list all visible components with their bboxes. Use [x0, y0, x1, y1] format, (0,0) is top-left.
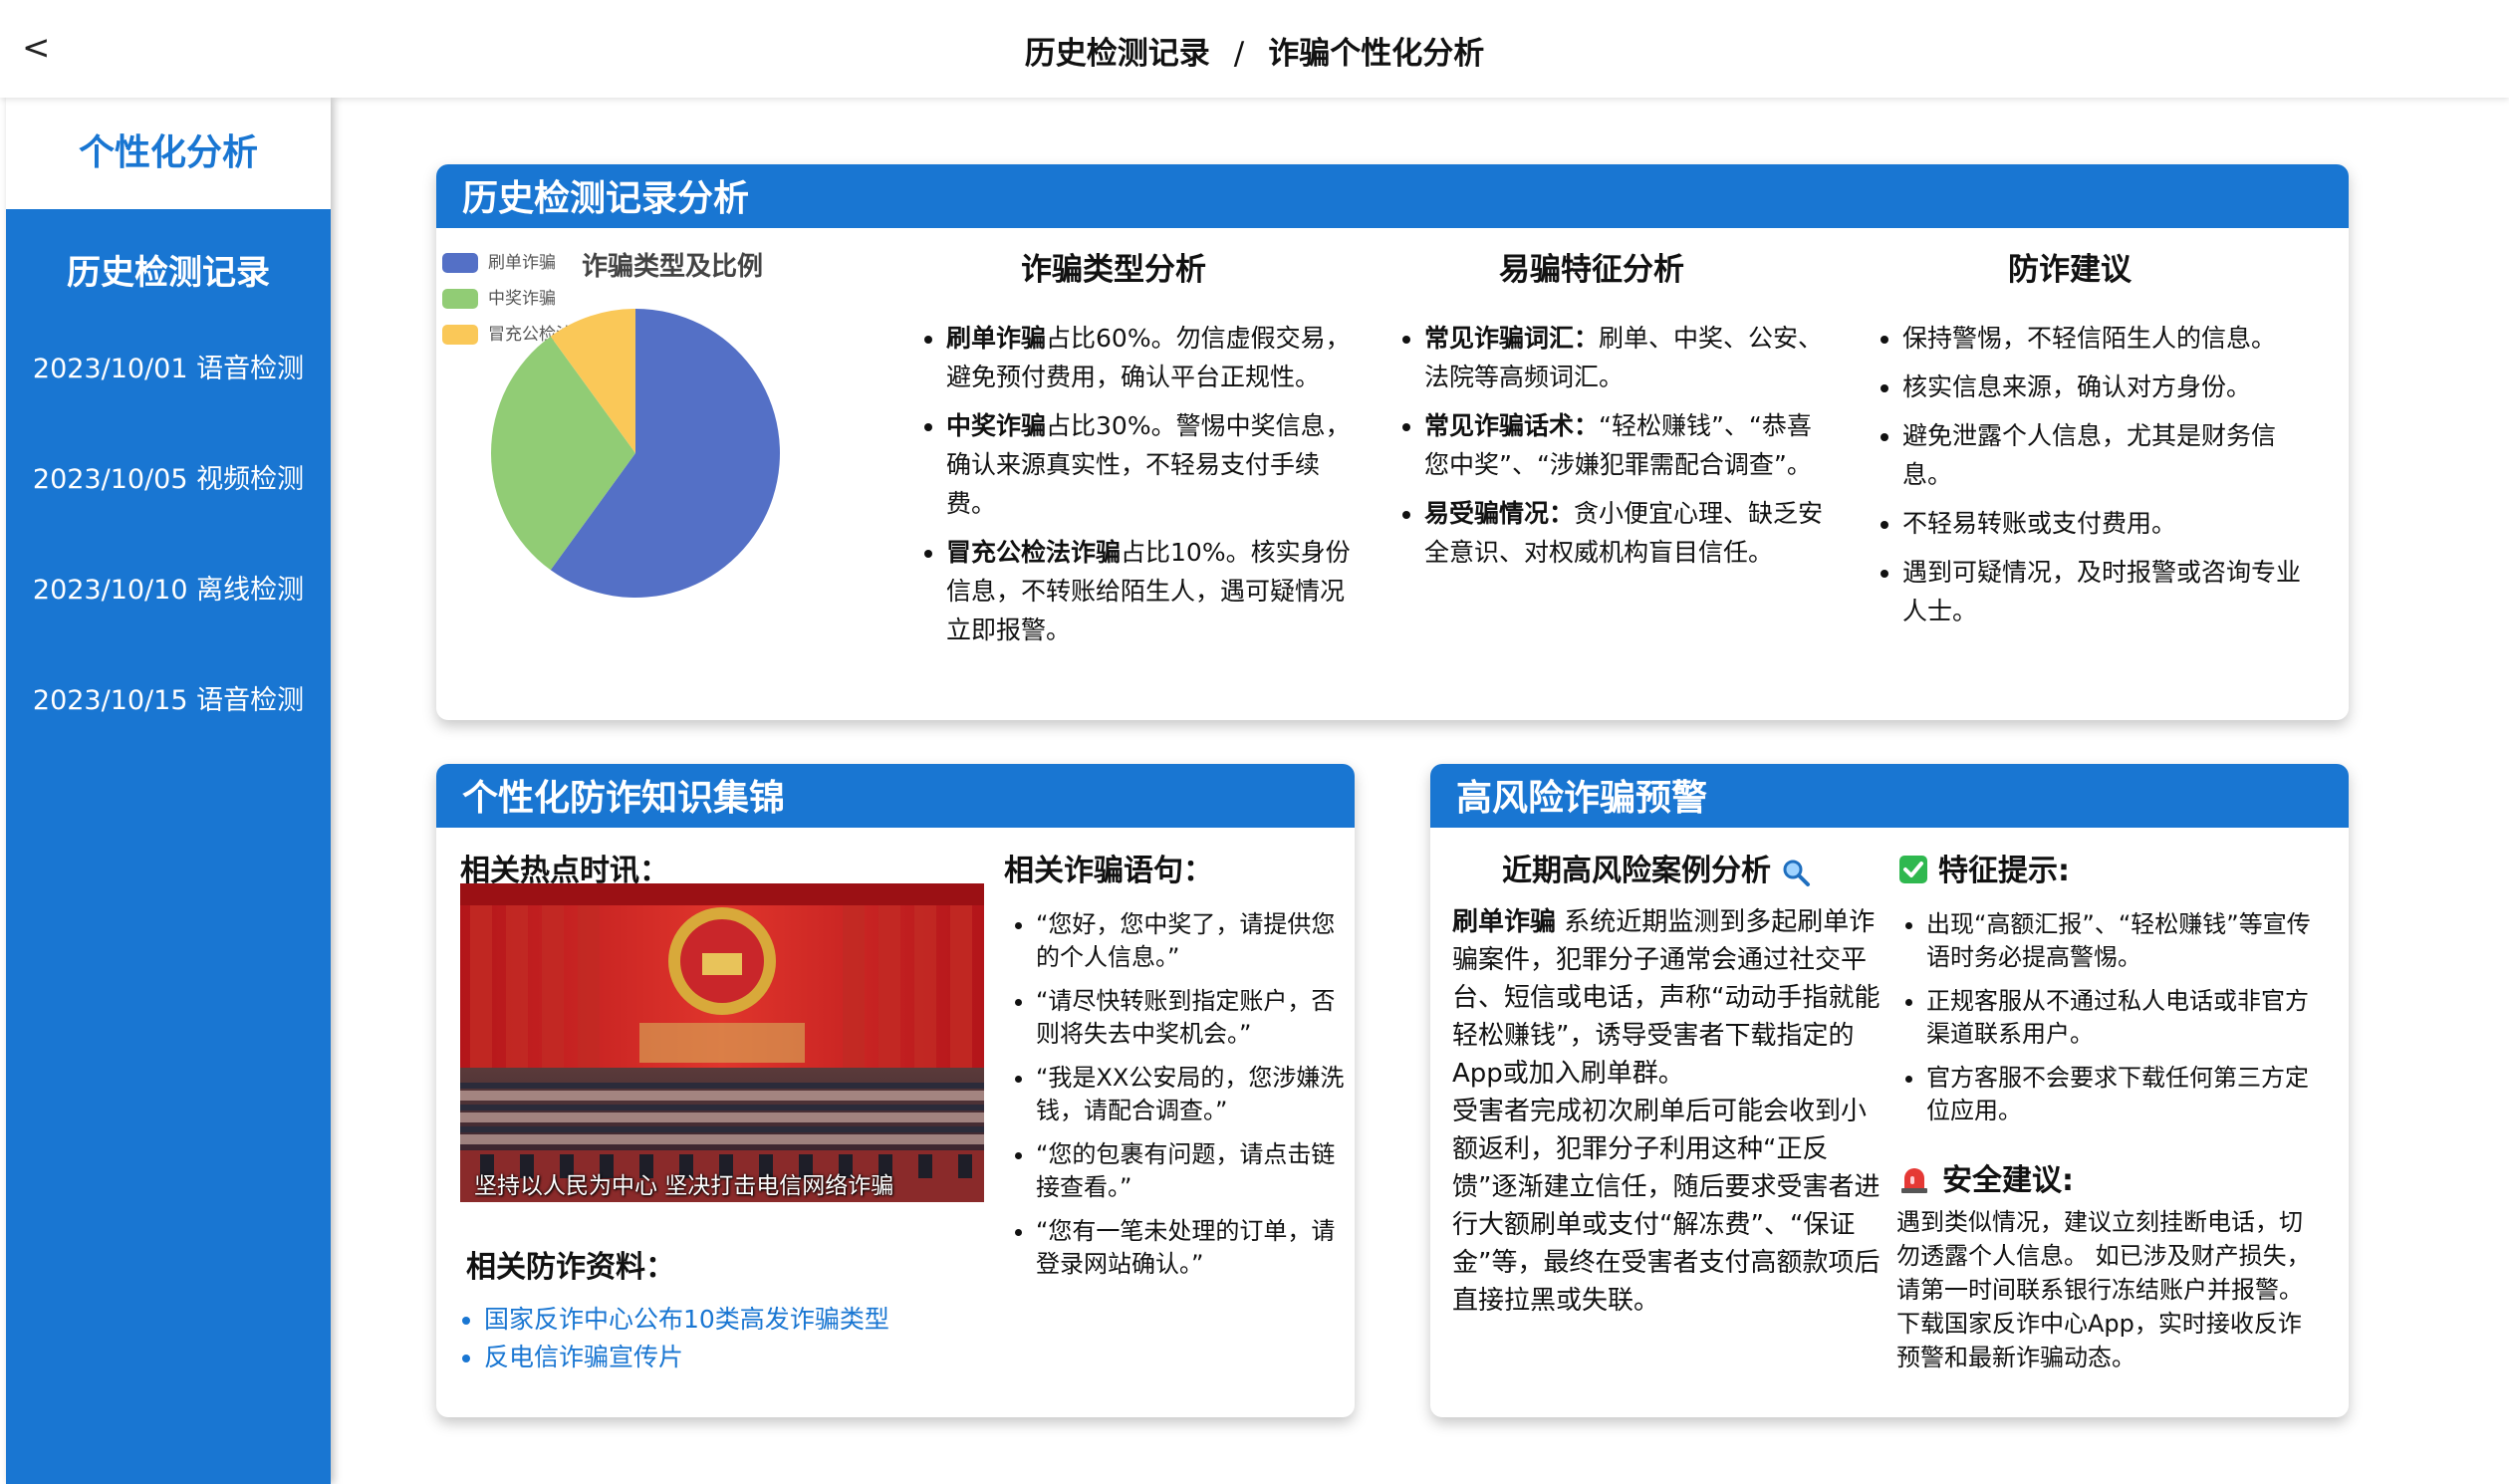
sidebar-history-item[interactable]: 2023/10/05 视频检测	[6, 424, 331, 535]
materials-title: 相关防诈资料：	[466, 1250, 675, 1285]
legend-swatch	[442, 325, 478, 345]
knowledge-card-title: 个性化防诈知识集锦	[436, 764, 1355, 828]
list-item: 反电信诈骗宣传片	[484, 1340, 889, 1375]
sidebar-history-item[interactable]: 2023/10/01 语音检测	[6, 314, 331, 424]
chart-title: 诈骗类型及比例	[582, 252, 764, 282]
list-item: 不轻易转账或支付费用。	[1902, 504, 2309, 543]
list-item: 遇到可疑情况，及时报警或咨询专业人士。	[1902, 553, 2309, 630]
list-item: “请尽快转账到指定账户，否则将失去中奖机会。”	[1036, 985, 1347, 1051]
safety-title: 安全建议:	[1898, 1155, 2074, 1199]
case-title: 近期高风险案例分析	[1502, 846, 1811, 889]
analysis-card-title: 历史检测记录分析	[436, 164, 2349, 228]
breadcrumb-current: 诈骗个性化分析	[1268, 36, 1485, 72]
list-item: 常见诈骗话术：“轻松赚钱”、“恭喜您中奖”、“涉嫌犯罪需配合调查”。	[1424, 406, 1831, 484]
item-keyword: 冒充公检法诈骗	[946, 538, 1122, 567]
sidebar-heading-history[interactable]: 历史检测记录	[6, 245, 331, 294]
warning-card: 高风险诈骗预警 近期高风险案例分析 刷单诈骗 系统近期监测到多起刷单诈骗案件，犯…	[1430, 764, 2349, 1417]
list-item: “我是XX公安局的，您涉嫌洗钱，请配合调查。”	[1036, 1062, 1347, 1127]
item-keyword: 易受骗情况：	[1424, 499, 1575, 528]
list-item: “您有一笔未处理的订单，请登录网站确认。”	[1036, 1215, 1347, 1281]
list-item: 冒充公检法诈骗占比10%。核实身份信息，不转账给陌生人，遇可疑情况立即报警。	[946, 533, 1353, 649]
breadcrumb: 历史检测记录 / 诈骗个性化分析	[0, 28, 2509, 73]
breadcrumb-separator: /	[1233, 36, 1245, 72]
item-keyword: 常见诈骗话术：	[1424, 411, 1600, 440]
sidebar-history-item[interactable]: 2023/10/15 语音检测	[6, 645, 331, 756]
case-paragraph-1: 刷单诈骗 系统近期监测到多起刷单诈骗案件，犯罪分子通常会通过社交平台、短信或电话…	[1452, 903, 1890, 1093]
sidebar-history-list: 2023/10/01 语音检测 2023/10/05 视频检测 2023/10/…	[6, 314, 331, 756]
sidebar-item-personal-analysis[interactable]: 个性化分析	[6, 98, 331, 209]
case-description: 刷单诈骗 系统近期监测到多起刷单诈骗案件，犯罪分子通常会通过社交平台、短信或电话…	[1452, 903, 1890, 1320]
list-item: 常见诈骗词汇：刷单、中奖、公安、法院等高频词汇。	[1424, 319, 1831, 396]
list-item: “您的包裹有问题，请点击链接查看。”	[1036, 1138, 1347, 1204]
list-item: 国家反诈中心公布10类高发诈骗类型	[484, 1302, 889, 1338]
type-analysis-title: 诈骗类型分析	[1021, 252, 1206, 288]
case-paragraph-2: 受害者完成初次刷单后可能会收到小额返利，犯罪分子利用这种“正反馈”逐渐建立信任，…	[1452, 1097, 1881, 1316]
photo-caption: 坚持以人民为中心 坚决打击电信网络诈骗	[474, 1173, 894, 1199]
list-item: 保持警惕，不轻信陌生人的信息。	[1902, 319, 2309, 358]
news-photo[interactable]: 坚持以人民为中心 坚决打击电信网络诈骗	[460, 883, 984, 1202]
phrases-list: “您好，您中奖了，请提供您的个人信息。” “请尽快转账到指定账户，否则将失去中奖…	[1008, 908, 1347, 1292]
alarm-light-icon	[1901, 1168, 1927, 1193]
list-item: 核实信息来源，确认对方身份。	[1902, 368, 2309, 406]
item-keyword: 常见诈骗词汇：	[1424, 324, 1600, 353]
list-item: “您好，您中奖了，请提供您的个人信息。”	[1036, 908, 1347, 974]
advice-list: 保持警惕，不轻信陌生人的信息。 核实信息来源，确认对方身份。 避免泄露个人信息，…	[1871, 319, 2309, 640]
legend-item[interactable]: 刷单诈骗	[442, 252, 556, 274]
list-item: 正规客服从不通过私人电话或非官方渠道联系用户。	[1926, 985, 2327, 1051]
sidebar-history-item[interactable]: 2023/10/10 离线检测	[6, 535, 331, 645]
warning-card-title: 高风险诈骗预警	[1430, 764, 2349, 828]
case-keyword: 刷单诈骗	[1452, 907, 1557, 937]
magnifier-icon	[1783, 860, 1811, 886]
safety-title-text: 安全建议:	[1942, 1163, 2074, 1198]
material-link[interactable]: 反电信诈骗宣传片	[484, 1343, 683, 1371]
knowledge-card: 个性化防诈知识集锦 相关热点时讯： 坚持以人民为中心 坚决打击电信网络诈骗 相关…	[436, 764, 1355, 1417]
materials-list: 国家反诈中心公布10类高发诈骗类型 反电信诈骗宣传片	[456, 1302, 889, 1377]
list-item: 避免泄露个人信息，尤其是财务信息。	[1902, 416, 2309, 494]
trait-analysis-title: 易骗特征分析	[1499, 252, 1684, 288]
trait-analysis-list: 常见诈骗词汇：刷单、中奖、公安、法院等高频词汇。 常见诈骗话术：“轻松赚钱”、“…	[1392, 319, 1831, 582]
legend-swatch	[442, 289, 478, 309]
feature-title-text: 特征提示:	[1938, 854, 2070, 888]
analysis-card: 历史检测记录分析 刷单诈骗 中奖诈骗 冒充公检法诈骗 诈骗类型及比例 诈骗类型分…	[436, 164, 2349, 720]
pie-chart	[491, 309, 780, 598]
legend-swatch	[442, 253, 478, 273]
case-title-text: 近期高风险案例分析	[1502, 854, 1771, 888]
list-item: 易受骗情况：贪小便宜心理、缺乏安全意识、对权威机构盲目信任。	[1424, 494, 1831, 572]
advice-title: 防诈建议	[2008, 252, 2132, 288]
congress-hall-image	[460, 883, 984, 1202]
feature-title: 特征提示:	[1898, 846, 2070, 889]
phrases-title: 相关诈骗语句：	[1004, 854, 1213, 888]
item-keyword: 刷单诈骗	[946, 324, 1047, 353]
top-bar: < 历史检测记录 / 诈骗个性化分析	[0, 0, 2509, 98]
list-item: 官方客服不会要求下载任何第三方定位应用。	[1926, 1062, 2327, 1127]
breadcrumb-history[interactable]: 历史检测记录	[1025, 36, 1210, 72]
type-analysis-list: 刷单诈骗占比60%。勿信虚假交易，避免预付费用，确认平台正规性。 中奖诈骗占比3…	[914, 319, 1353, 659]
list-item: 刷单诈骗占比60%。勿信虚假交易，避免预付费用，确认平台正规性。	[946, 319, 1353, 396]
list-item: 出现“高额汇报”、“轻松赚钱”等宣传语时务必提高警惕。	[1926, 908, 2327, 974]
pie-chart-area: 刷单诈骗 中奖诈骗 冒充公检法诈骗 诈骗类型及比例	[436, 244, 904, 682]
feature-list: 出现“高额汇报”、“轻松赚钱”等宣传语时务必提高警惕。 正规客服从不通过私人电话…	[1898, 908, 2327, 1138]
check-icon	[1899, 856, 1927, 883]
legend-label: 刷单诈骗	[488, 253, 556, 273]
safety-text: 遇到类似情况，建议立刻挂断电话，切勿透露个人信息。 如已涉及财产损失，请第一时间…	[1896, 1208, 2311, 1371]
item-keyword: 中奖诈骗	[946, 411, 1047, 440]
list-item: 中奖诈骗占比30%。警惕中奖信息，确认来源真实性，不轻易支付手续费。	[946, 406, 1353, 523]
sidebar: 个性化分析 历史检测记录 2023/10/01 语音检测 2023/10/05 …	[6, 98, 331, 1484]
material-link[interactable]: 国家反诈中心公布10类高发诈骗类型	[484, 1305, 889, 1334]
